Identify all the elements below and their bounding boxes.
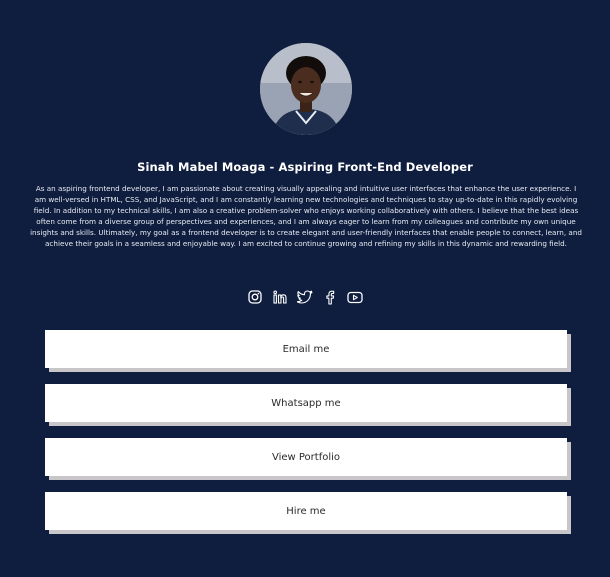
avatar — [260, 43, 352, 135]
hire-me-button[interactable]: Hire me — [45, 492, 567, 530]
view-portfolio-button[interactable]: View Portfolio — [45, 438, 567, 476]
linkedin-icon[interactable] — [272, 289, 288, 305]
profile-photo — [260, 43, 352, 135]
whatsapp-me-button[interactable]: Whatsapp me — [45, 384, 567, 422]
facebook-icon[interactable] — [322, 289, 338, 305]
email-me-button[interactable]: Email me — [45, 330, 567, 368]
social-links — [0, 289, 610, 305]
twitter-icon[interactable] — [297, 289, 313, 305]
profile-name: Sinah Mabel Moaga - Aspiring Front-End D… — [137, 160, 473, 174]
profile-page: Sinah Mabel Moaga - Aspiring Front-End D… — [0, 0, 610, 577]
profile-bio: As an aspiring frontend developer, I am … — [30, 184, 582, 249]
instagram-icon[interactable] — [247, 289, 263, 305]
youtube-icon[interactable] — [347, 289, 363, 305]
